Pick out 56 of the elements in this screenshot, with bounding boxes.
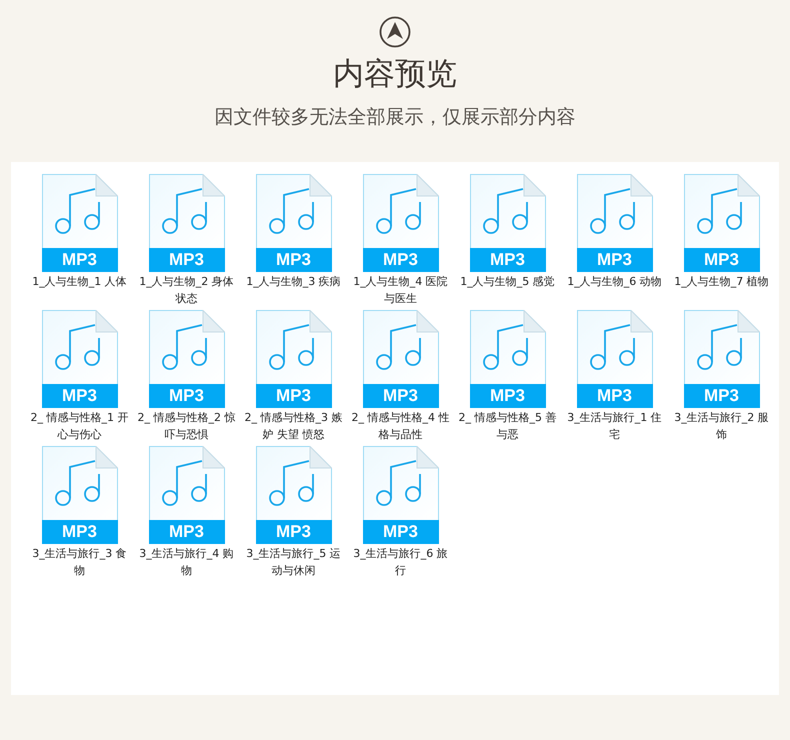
file-type-badge: MP3	[576, 248, 652, 272]
file-type-badge: MP3	[256, 384, 332, 408]
music-file-icon	[684, 174, 760, 248]
file-name: 1_人与生物_7 植物	[673, 274, 770, 290]
music-file-icon	[684, 310, 760, 384]
file-name: 3_生活与旅行_2 服饰	[673, 410, 770, 443]
music-file-icon	[42, 446, 118, 520]
file-type-badge: MP3	[684, 384, 760, 408]
file-type-badge: MP3	[42, 384, 118, 408]
file-type-badge: MP3	[42, 520, 118, 544]
music-file-icon	[256, 174, 332, 248]
file-type-badge: MP3	[684, 248, 760, 272]
file-name: 3_生活与旅行_4 购物	[138, 546, 235, 579]
file-name: 3_生活与旅行_6 旅行	[352, 546, 449, 579]
page-title: 内容预览	[333, 55, 457, 94]
file-type-badge: MP3	[362, 248, 438, 272]
music-file-icon	[470, 174, 546, 248]
file-type-badge: MP3	[148, 520, 224, 544]
music-file-icon	[470, 310, 546, 384]
music-file-icon	[148, 310, 224, 384]
file-name: 2_ 情感与性格_1 开心与伤心	[30, 410, 130, 443]
page-subtitle: 因文件较多无法全部展示，仅展示部分内容	[214, 105, 576, 130]
music-file-icon	[42, 310, 118, 384]
file-name: 2_ 情感与性格_5 善与恶	[458, 410, 558, 443]
file-type-badge: MP3	[362, 384, 438, 408]
file-name: 1_人与生物_2 身体状态	[138, 274, 235, 307]
file-name: 1_人与生物_5 感觉	[459, 274, 556, 290]
file-name: 2_ 情感与性格_4 性格与品性	[350, 410, 450, 443]
file-type-badge: MP3	[576, 384, 652, 408]
music-file-icon	[362, 446, 438, 520]
file-type-badge: MP3	[470, 248, 546, 272]
music-file-icon	[576, 174, 652, 248]
file-name: 2_ 情感与性格_2 惊吓与恐惧	[136, 410, 236, 443]
file-type-badge: MP3	[42, 248, 118, 272]
file-type-badge: MP3	[148, 248, 224, 272]
file-name: 1_人与生物_4 医院与医生	[352, 274, 449, 307]
music-file-icon	[42, 174, 118, 248]
file-name: 3_生活与旅行_5 运动与休闲	[245, 546, 342, 579]
music-file-icon	[576, 310, 652, 384]
file-name: 3_生活与旅行_1 住宅	[566, 410, 663, 443]
file-type-badge: MP3	[362, 520, 438, 544]
music-file-icon	[148, 174, 224, 248]
file-name: 1_人与生物_3 疾病	[245, 274, 342, 290]
file-name: 2_ 情感与性格_3 嫉妒 失望 愤怒	[244, 410, 344, 443]
music-file-icon	[148, 446, 224, 520]
music-file-icon	[256, 446, 332, 520]
file-type-badge: MP3	[256, 520, 332, 544]
music-file-icon	[362, 174, 438, 248]
file-name: 3_生活与旅行_3 食物	[31, 546, 128, 579]
file-name: 1_人与生物_1 人体	[31, 274, 128, 290]
file-name: 1_人与生物_6 动物	[566, 274, 663, 290]
file-type-badge: MP3	[148, 384, 224, 408]
file-type-badge: MP3	[470, 384, 546, 408]
music-file-icon	[256, 310, 332, 384]
file-type-badge: MP3	[256, 248, 332, 272]
music-file-icon	[362, 310, 438, 384]
